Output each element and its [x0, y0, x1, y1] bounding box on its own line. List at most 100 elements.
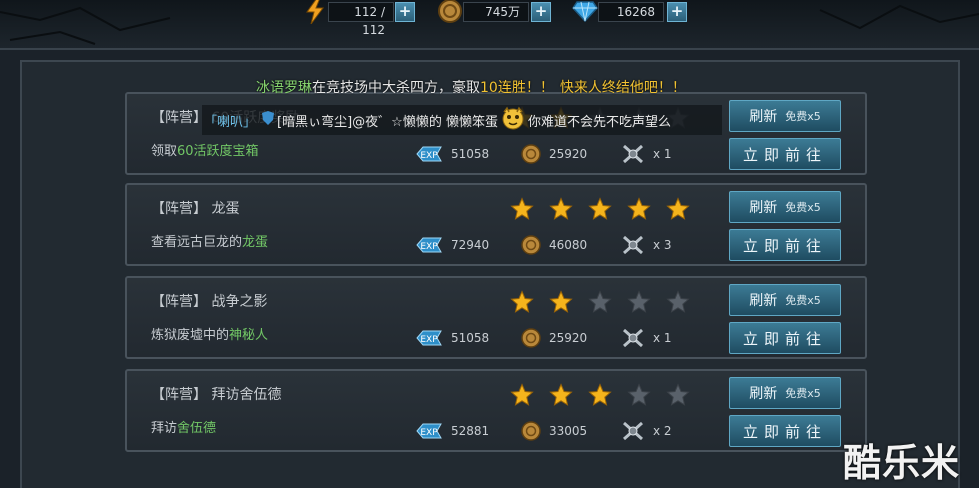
exp-icon: EXP: [416, 423, 442, 439]
exp-value: 72940: [451, 238, 490, 252]
refresh-label: 刷新: [749, 386, 778, 402]
gold-coin-icon: [521, 144, 541, 164]
quest-card: 【阵营】 拜访舍伍德 拜访舍伍德 EXP 52881 33005 x 2 刷新 免费x5 立即前…: [125, 369, 867, 452]
star-filled-icon: [549, 290, 573, 318]
quest-desc-text: 领取: [151, 144, 178, 159]
chat-user-name[interactable]: [暗黑ぃ弯尘]@夜゛☆懒懒的 懒懒笨蛋: [277, 111, 498, 130]
item-reward: x 3: [621, 233, 672, 257]
exp-reward: EXP 51058: [415, 142, 489, 166]
quest-desc-text: 拜访: [151, 421, 178, 436]
star-filled-icon: [666, 197, 690, 225]
go-now-button[interactable]: 立即前往: [729, 229, 841, 261]
quest-target: 神秘人: [229, 328, 269, 343]
quest-title: 【阵营】 龙蛋: [151, 201, 240, 217]
refresh-label: 刷新: [749, 293, 778, 309]
star-filled-icon: [549, 197, 573, 225]
refresh-button[interactable]: 刷新 免费x5: [729, 191, 841, 223]
go-now-button[interactable]: 立即前往: [729, 415, 841, 447]
refresh-free-count: 免费x5: [785, 294, 821, 307]
item-count: x 1: [653, 331, 672, 345]
coin-value: 25920: [549, 331, 588, 345]
crossed-swords-icon: [623, 144, 643, 164]
broadcast-text: 在竞技场中大杀四方，豪取: [312, 80, 480, 96]
star-empty-icon: [627, 383, 651, 411]
gold-coin-icon: [521, 328, 541, 348]
diamond-value: 16268: [598, 2, 664, 22]
emoji-face-icon: [501, 106, 525, 134]
exp-icon: EXP: [416, 237, 442, 253]
item-count: x 2: [653, 424, 672, 438]
coin-reward: 25920: [521, 142, 587, 166]
star-filled-icon: [549, 383, 573, 411]
exp-icon: EXP: [416, 330, 442, 346]
resource-bar: 112 / 112 + 745万 + 16268 +: [0, 0, 979, 50]
shield-icon: [262, 111, 275, 129]
star-filled-icon: [510, 383, 534, 411]
coin-reward: 33005: [521, 419, 587, 443]
svg-text:EXP: EXP: [420, 335, 438, 345]
gold-coin-icon: [437, 0, 463, 24]
star-filled-icon: [588, 383, 612, 411]
difficulty-stars: [510, 383, 690, 411]
quest-description: 领取60活跃度宝箱: [151, 140, 259, 159]
refresh-free-count: 免费x5: [785, 387, 821, 400]
gold-coin-icon: [521, 421, 541, 441]
exp-icon: EXP: [416, 146, 442, 162]
star-filled-icon: [510, 197, 534, 225]
svg-text:EXP: EXP: [420, 428, 438, 438]
diamond-icon: [572, 0, 598, 24]
chat-channel-label: 「喇叭」: [204, 114, 257, 130]
quest-description: 查看远古巨龙的龙蛋: [151, 231, 268, 250]
coin-value: 46080: [549, 238, 588, 252]
quest-desc-text: 炼狱废墟中的: [151, 328, 230, 343]
exp-reward: EXP 52881: [415, 419, 489, 443]
refresh-button[interactable]: 刷新 免费x5: [729, 100, 841, 132]
difficulty-stars: [510, 197, 690, 225]
quest-title: 【阵营】 战争之影: [151, 294, 268, 310]
item-reward: x 1: [621, 326, 672, 350]
add-stamina-button[interactable]: +: [395, 2, 415, 22]
refresh-button[interactable]: 刷新 免费x5: [729, 377, 841, 409]
add-gold-button[interactable]: +: [531, 2, 551, 22]
coin-value: 25920: [549, 147, 588, 161]
refresh-free-count: 免费x5: [785, 110, 821, 123]
broadcast-call: 快来人终结他吧！！: [559, 80, 686, 96]
coin-reward: 46080: [521, 233, 587, 257]
stamina-value: 112 / 112: [328, 2, 394, 37]
quest-card: 【阵营】 龙蛋 查看远古巨龙的龙蛋 EXP 72940 46080 x 3 刷新 免费x5 立即…: [125, 183, 867, 266]
refresh-label: 刷新: [749, 109, 778, 125]
exp-reward: EXP 72940: [415, 233, 489, 257]
item-count: x 3: [653, 238, 672, 252]
refresh-free-count: 免费x5: [785, 201, 821, 214]
watermark: 酷乐米: [843, 441, 961, 485]
star-filled-icon: [510, 290, 534, 318]
refresh-label: 刷新: [749, 200, 778, 216]
refresh-button[interactable]: 刷新 免费x5: [729, 284, 841, 316]
quest-card: 【阵营】 战争之影 炼狱废墟中的神秘人 EXP 51058 25920 x 1 刷新 免费x5…: [125, 276, 867, 359]
quest-desc-text: 查看远古巨龙的: [151, 235, 243, 250]
chat-message-text: 你难道不会先不吃声望么: [527, 114, 671, 130]
exp-value: 51058: [451, 331, 490, 345]
star-empty-icon: [588, 290, 612, 318]
horn-chat-message: 「喇叭」 [暗黑ぃ弯尘]@夜゛☆懒懒的 懒懒笨蛋 你难道不会先不吃声望么: [202, 105, 722, 135]
quest-target: 60活跃度宝箱: [177, 144, 259, 159]
difficulty-stars: [510, 290, 690, 318]
star-empty-icon: [666, 290, 690, 318]
system-broadcast: 冰语罗琳在竞技场中大杀四方，豪取10连胜！！ 快来人终结他吧！！: [256, 77, 686, 97]
lightning-icon: [302, 0, 328, 24]
item-reward: x 2: [621, 419, 672, 443]
item-reward: x 1: [621, 142, 672, 166]
item-count: x 1: [653, 147, 672, 161]
star-empty-icon: [627, 290, 651, 318]
add-diamond-button[interactable]: +: [667, 2, 687, 22]
go-now-button[interactable]: 立即前往: [729, 138, 841, 170]
coin-value: 33005: [549, 424, 588, 438]
go-now-button[interactable]: 立即前往: [729, 322, 841, 354]
star-empty-icon: [666, 383, 690, 411]
crossed-swords-icon: [623, 328, 643, 348]
quest-target: 舍伍德: [177, 421, 217, 436]
crossed-swords-icon: [623, 421, 643, 441]
quest-target: 龙蛋: [242, 235, 269, 250]
exp-value: 51058: [451, 147, 490, 161]
crossed-swords-icon: [623, 235, 643, 255]
